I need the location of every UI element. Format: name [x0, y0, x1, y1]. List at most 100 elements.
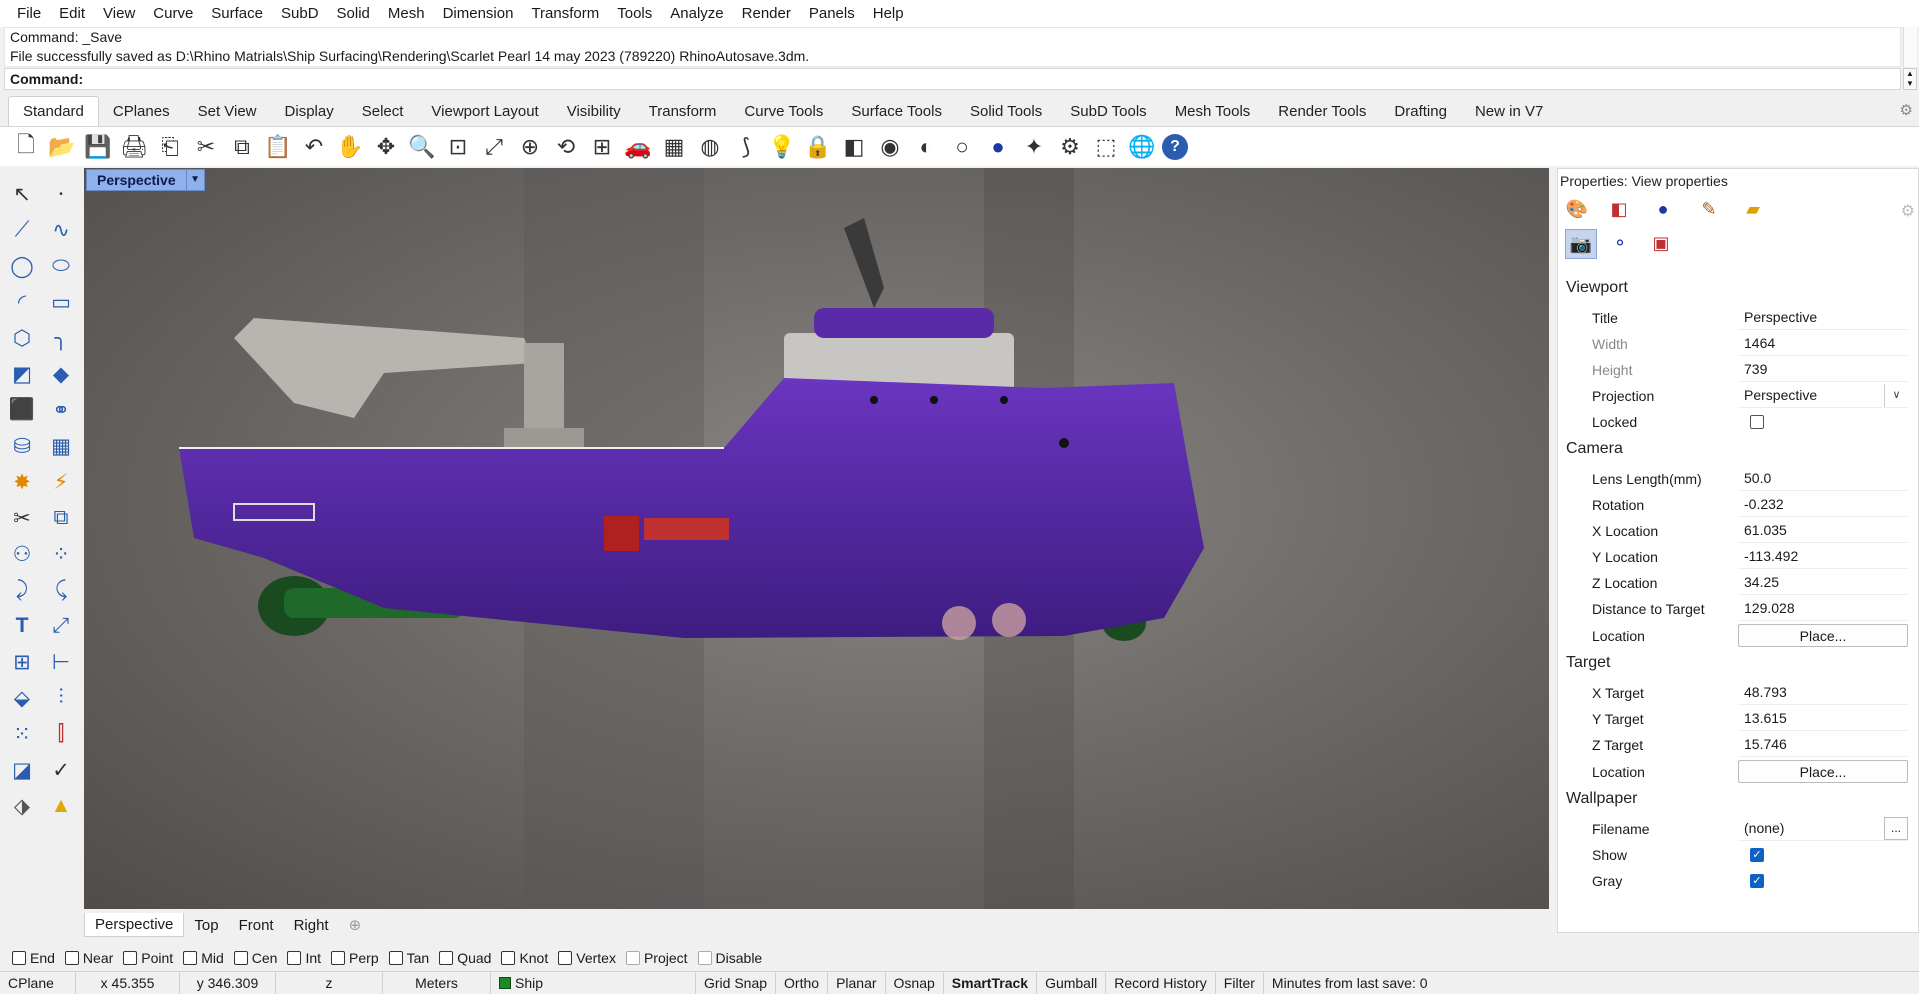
- menu-item-mesh[interactable]: Mesh: [379, 5, 434, 22]
- rectangle-icon[interactable]: ▭: [43, 284, 79, 320]
- show-checkbox[interactable]: ✓: [1750, 847, 1764, 862]
- osnap-checkbox[interactable]: [388, 951, 403, 965]
- cplane-indicator[interactable]: CPlane: [0, 972, 76, 994]
- tab-surface-tools[interactable]: Surface Tools: [837, 97, 956, 126]
- osnap-near[interactable]: Near: [64, 950, 113, 966]
- sweep-icon[interactable]: ⟆: [730, 131, 762, 163]
- gear-icon[interactable]: ⚙: [1054, 131, 1086, 163]
- menu-item-tools[interactable]: Tools: [608, 5, 661, 22]
- osnap-end[interactable]: End: [12, 950, 55, 966]
- paste-icon[interactable]: 📋: [262, 131, 294, 163]
- osnap-project[interactable]: Project: [625, 950, 688, 966]
- analyze-icon[interactable]: ◪: [4, 752, 40, 788]
- chevron-down-icon[interactable]: ▼: [185, 170, 204, 190]
- arc-icon[interactable]: ◜: [4, 284, 40, 320]
- perspective-viewport[interactable]: [84, 168, 1549, 909]
- blend-icon[interactable]: ⤹: [43, 572, 79, 608]
- tab-standard[interactable]: Standard: [8, 96, 99, 126]
- new-icon[interactable]: 🗋: [10, 131, 42, 163]
- rotation-field[interactable]: -0.232: [1738, 492, 1908, 517]
- bulb-icon[interactable]: 💡: [766, 131, 798, 163]
- sphere-blue-icon[interactable]: ●: [982, 131, 1014, 163]
- osnap-knot[interactable]: Knot: [501, 950, 548, 966]
- wallpaper-frame-icon[interactable]: ▣: [1648, 230, 1674, 256]
- planar-toggle[interactable]: Planar: [828, 972, 886, 994]
- polyline-icon[interactable]: ⟋: [4, 212, 40, 248]
- dimension-icon[interactable]: ⊢: [43, 644, 79, 680]
- osnap-checkbox[interactable]: [501, 951, 516, 965]
- camera-icon[interactable]: 📷: [1565, 229, 1597, 259]
- sphere-white-icon[interactable]: ○: [946, 131, 978, 163]
- distribute-icon[interactable]: ⫶: [43, 680, 79, 716]
- chevron-down-icon[interactable]: ∨: [1884, 383, 1908, 407]
- menu-item-render[interactable]: Render: [733, 5, 800, 22]
- viewport-tab-right[interactable]: Right: [284, 914, 339, 937]
- render-globe-icon[interactable]: 🌐: [1126, 131, 1158, 163]
- osnap-disable[interactable]: Disable: [697, 950, 762, 966]
- four-view-icon[interactable]: ⊞: [586, 131, 618, 163]
- command-input[interactable]: Command:: [4, 68, 1901, 90]
- command-history-scrollbar[interactable]: [1903, 27, 1917, 67]
- height-field[interactable]: 739: [1738, 357, 1908, 382]
- y-location-field[interactable]: -113.492: [1738, 544, 1908, 569]
- osnap-checkbox[interactable]: [123, 951, 138, 965]
- rotate-icon[interactable]: ⟲: [550, 131, 582, 163]
- distance-field[interactable]: 129.028: [1738, 596, 1908, 621]
- align-icon[interactable]: ⫿: [43, 716, 79, 752]
- undo-icon[interactable]: ↶: [298, 131, 330, 163]
- tab-select[interactable]: Select: [348, 97, 418, 126]
- command-scroll-arrows[interactable]: ▲ ▼: [1903, 68, 1917, 90]
- tabs-gear-icon[interactable]: ⚙: [1900, 101, 1913, 119]
- trim-icon[interactable]: ✂: [4, 500, 40, 536]
- place-target-button[interactable]: Place...: [1738, 760, 1908, 783]
- menu-item-surface[interactable]: Surface: [202, 5, 272, 22]
- zoom-icon[interactable]: 🔍: [406, 131, 438, 163]
- gumball-toggle[interactable]: Gumball: [1037, 972, 1107, 994]
- tab-curve-tools[interactable]: Curve Tools: [730, 97, 837, 126]
- surface-icon[interactable]: ◩: [4, 356, 40, 392]
- zoom-extents-icon[interactable]: ⤢: [478, 131, 510, 163]
- color-wheel-icon[interactable]: ◉: [874, 131, 906, 163]
- layer-indicator[interactable]: Ship: [491, 972, 696, 994]
- pan-icon[interactable]: ✋: [334, 131, 366, 163]
- osnap-quad[interactable]: Quad: [439, 950, 491, 966]
- y-target-field[interactable]: 13.615: [1738, 706, 1908, 731]
- solid-box-icon[interactable]: ⬗: [4, 788, 40, 824]
- z-location-field[interactable]: 34.25: [1738, 570, 1908, 595]
- offset-icon[interactable]: ⤸: [4, 572, 40, 608]
- projection-select[interactable]: Perspective ∨: [1738, 383, 1908, 408]
- osnap-perp[interactable]: Perp: [331, 950, 379, 966]
- cut-icon[interactable]: ✂: [190, 131, 222, 163]
- rotate-view-icon[interactable]: ✥: [370, 131, 402, 163]
- add-viewport-tab-icon[interactable]: ⊕: [339, 913, 372, 937]
- osnap-int[interactable]: Int: [287, 950, 321, 966]
- box-icon[interactable]: ⬛: [4, 392, 40, 428]
- scale-icon[interactable]: ⤢: [43, 608, 79, 644]
- tab-mesh-tools[interactable]: Mesh Tools: [1161, 97, 1265, 126]
- osnap-toggle[interactable]: Osnap: [886, 972, 944, 994]
- import-icon[interactable]: ⎗: [154, 131, 186, 163]
- circle-icon[interactable]: ◍: [694, 131, 726, 163]
- tab-drafting[interactable]: Drafting: [1380, 97, 1461, 126]
- layer-tab-icon[interactable]: ◧: [1606, 196, 1632, 222]
- filter-toggle[interactable]: Filter: [1216, 972, 1264, 994]
- tab-new-in-v7[interactable]: New in V7: [1461, 97, 1557, 126]
- width-field[interactable]: 1464: [1738, 331, 1908, 356]
- check-icon[interactable]: ✓: [43, 752, 79, 788]
- osnap-tan[interactable]: Tan: [388, 950, 429, 966]
- menu-item-view[interactable]: View: [94, 5, 144, 22]
- browse-button[interactable]: ...: [1884, 816, 1908, 840]
- osnap-checkbox[interactable]: [331, 951, 346, 965]
- lens-length-field[interactable]: 50.0: [1738, 466, 1908, 491]
- osnap-checkbox[interactable]: [64, 951, 79, 965]
- print-icon[interactable]: 🖨: [118, 131, 150, 163]
- fillet-curve-icon[interactable]: ╮: [43, 320, 79, 356]
- lock-icon[interactable]: 🔒: [802, 131, 834, 163]
- osnap-cen[interactable]: Cen: [233, 950, 277, 966]
- tab-subd-tools[interactable]: SubD Tools: [1056, 97, 1160, 126]
- text-icon[interactable]: T: [4, 608, 40, 644]
- x-location-field[interactable]: 61.035: [1738, 518, 1908, 543]
- menu-item-transform[interactable]: Transform: [522, 5, 608, 22]
- z-target-field[interactable]: 15.746: [1738, 732, 1908, 757]
- box-edit-icon[interactable]: ⬙: [4, 680, 40, 716]
